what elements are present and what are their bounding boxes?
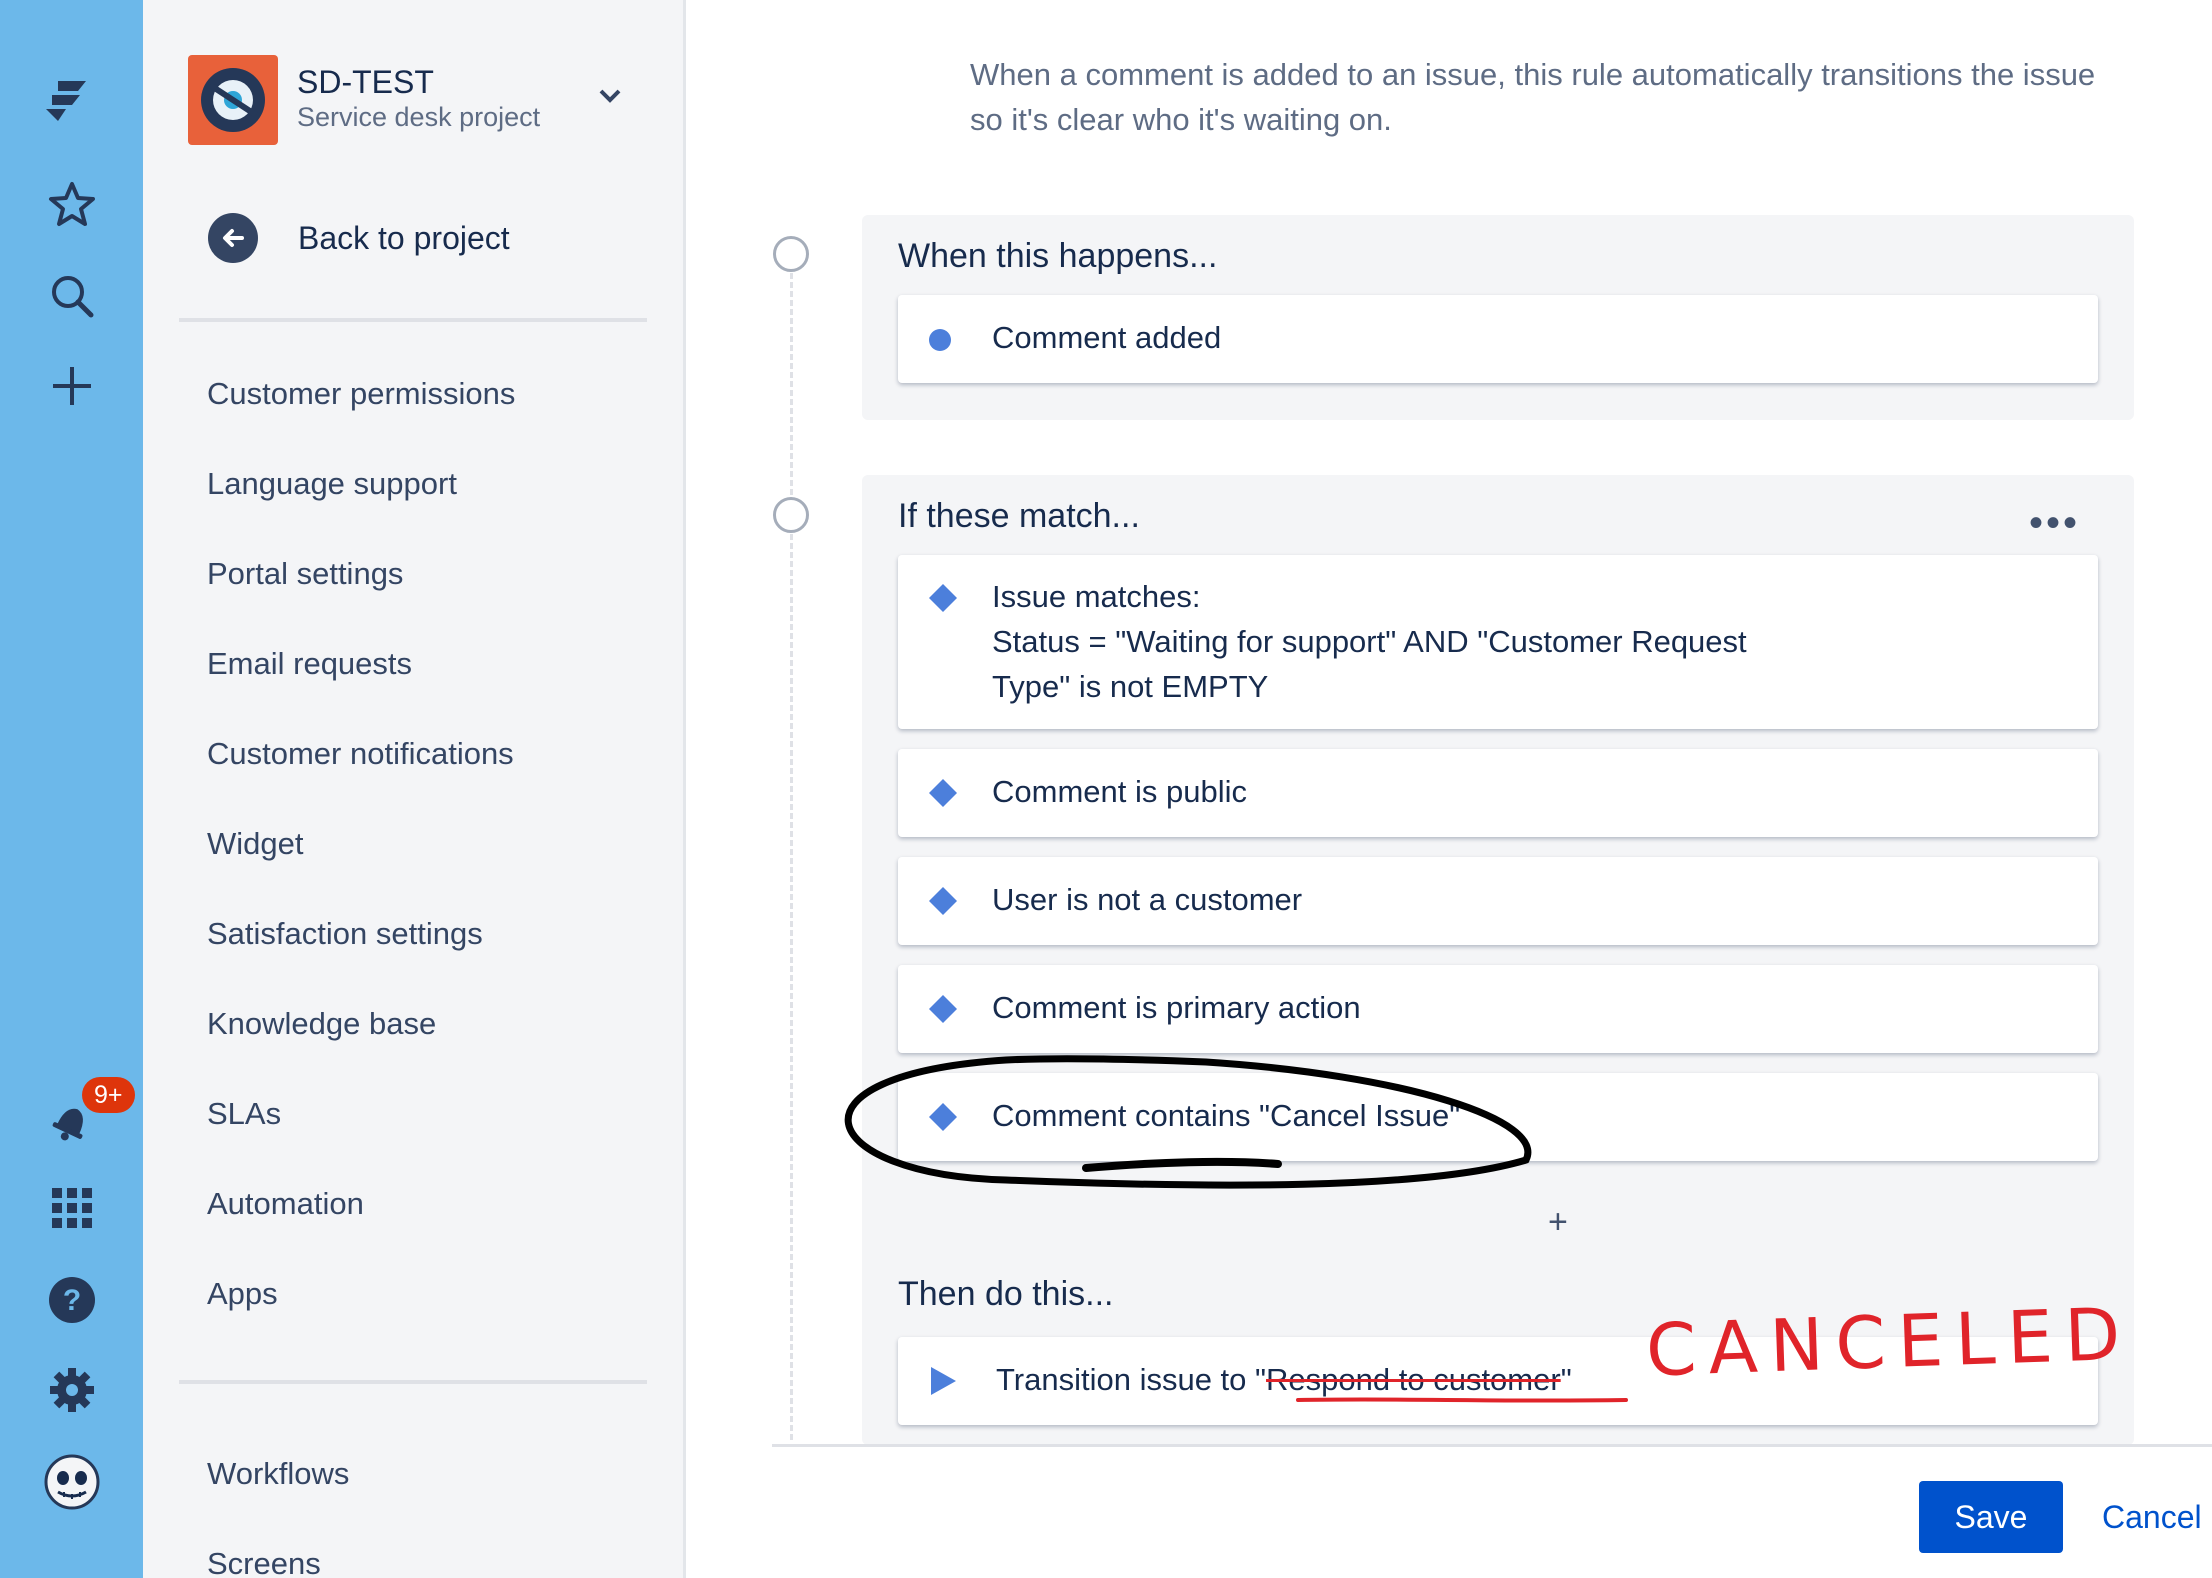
- footer-divider: [772, 1444, 2212, 1447]
- timeline-node: [773, 497, 809, 533]
- project-sidebar: SD-TEST Service desk project Back to pro…: [143, 0, 686, 1578]
- trigger-card[interactable]: Comment added: [898, 295, 2098, 383]
- sidebar-item-widget[interactable]: Widget: [207, 826, 303, 862]
- create-icon[interactable]: [36, 350, 108, 422]
- when-title: When this happens...: [898, 237, 1218, 275]
- rule-editor: When a comment is added to an issue, thi…: [686, 0, 2212, 1578]
- condition-card[interactable]: Comment is primary action: [898, 965, 2098, 1053]
- sidebar-item-email-requests[interactable]: Email requests: [207, 646, 412, 682]
- trigger-dot-icon: [928, 328, 952, 357]
- sidebar-item-automation[interactable]: Automation: [207, 1186, 364, 1222]
- sidebar-item-knowledge-base[interactable]: Knowledge base: [207, 1006, 436, 1042]
- settings-icon[interactable]: [36, 1354, 108, 1426]
- condition-card[interactable]: Comment contains "Cancel Issue": [898, 1073, 2098, 1161]
- star-icon[interactable]: [36, 169, 108, 241]
- rule-description: When a comment is added to an issue, thi…: [970, 57, 2096, 137]
- sidebar-item-language-support[interactable]: Language support: [207, 466, 457, 502]
- condition-label: Comment contains "Cancel Issue": [992, 1098, 1461, 1133]
- svg-text:?: ?: [63, 1284, 81, 1317]
- project-type: Service desk project: [297, 102, 541, 132]
- condition-card[interactable]: User is not a customer: [898, 857, 2098, 945]
- back-to-project-link[interactable]: Back to project: [208, 212, 510, 264]
- add-component-button[interactable]: +: [1548, 1203, 1568, 1242]
- sidebar-divider: [179, 1380, 647, 1384]
- sidebar-item-customer-notifications[interactable]: Customer notifications: [207, 736, 514, 772]
- condition-diamond-icon: [928, 1102, 958, 1137]
- condition-line: Issue matches:: [992, 579, 1201, 614]
- sidebar-item-customer-permissions[interactable]: Customer permissions: [207, 376, 515, 412]
- action-label: Transition issue to "Respond to customer…: [996, 1357, 1572, 1402]
- project-avatar[interactable]: [188, 55, 278, 145]
- trigger-label: Comment added: [992, 320, 1222, 355]
- action-play-icon: [928, 1366, 958, 1401]
- condition-label: Comment is primary action: [992, 990, 1361, 1025]
- cancel-button[interactable]: Cancel: [2096, 1481, 2208, 1553]
- condition-label: User is not a customer: [992, 882, 1303, 917]
- sidebar-item-workflows[interactable]: Workflows: [207, 1456, 349, 1492]
- global-navigation: 9+ ?: [0, 0, 143, 1578]
- save-button[interactable]: Save: [1919, 1481, 2063, 1553]
- action-suffix: ": [1560, 1362, 1572, 1397]
- project-name[interactable]: SD-TEST: [297, 64, 434, 101]
- sidebar-divider: [179, 318, 647, 322]
- sidebar-item-apps[interactable]: Apps: [207, 1276, 278, 1312]
- condition-label: Comment is public: [992, 774, 1247, 809]
- back-to-project-label: Back to project: [298, 219, 510, 256]
- sidebar-item-screens[interactable]: Screens: [207, 1546, 321, 1578]
- condition-diamond-icon: [928, 583, 958, 618]
- arrow-left-icon: [208, 213, 258, 263]
- sidebar-item-satisfaction-settings[interactable]: Satisfaction settings: [207, 916, 483, 952]
- timeline-line: [790, 255, 793, 1440]
- sidebar-item-slas[interactable]: SLAs: [207, 1096, 281, 1132]
- profile-avatar-icon[interactable]: [36, 1446, 108, 1518]
- condition-line: Type" is not EMPTY: [992, 669, 1269, 704]
- condition-line: Status = "Waiting for support" AND "Cust…: [992, 624, 1747, 659]
- notifications-badge: 9+: [82, 1077, 135, 1113]
- condition-diamond-icon: [928, 994, 958, 1029]
- chevron-down-icon[interactable]: [597, 86, 623, 111]
- app-switcher-icon[interactable]: [36, 1172, 108, 1244]
- sidebar-item-portal-settings[interactable]: Portal settings: [207, 556, 403, 592]
- when-section: When this happens... Comment added: [862, 215, 2134, 420]
- condition-card[interactable]: Comment is public: [898, 749, 2098, 837]
- canceled-handwritten-annotation: CANCELED: [1644, 1291, 2134, 1393]
- condition-diamond-icon: [928, 886, 958, 921]
- then-title: Then do this...: [898, 1275, 1114, 1313]
- condition-diamond-icon: [928, 778, 958, 813]
- if-title: If these match...: [898, 497, 1140, 535]
- action-prefix: Transition issue to ": [996, 1362, 1267, 1397]
- timeline-node: [773, 236, 809, 272]
- jira-logo-icon[interactable]: [36, 63, 108, 135]
- action-struck-status: Respond to customer: [1266, 1362, 1561, 1397]
- help-icon[interactable]: ?: [36, 1264, 108, 1336]
- condition-card[interactable]: Issue matches: Status = "Waiting for sup…: [898, 555, 2098, 729]
- search-icon[interactable]: [36, 260, 108, 332]
- more-options-icon[interactable]: •••: [2029, 501, 2080, 546]
